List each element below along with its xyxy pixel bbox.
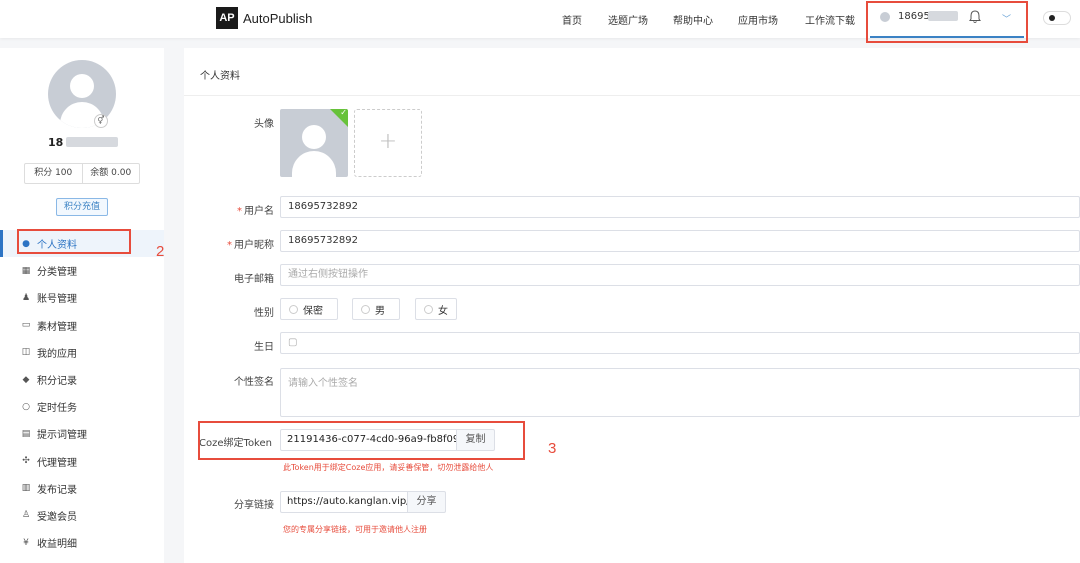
required-mark: * (227, 240, 232, 251)
doc-icon: ▤ (21, 428, 31, 439)
nav-topics[interactable]: 选题广场 (608, 12, 648, 27)
brand-name: AutoPublish (243, 10, 313, 26)
sidebar-item-label: 定时任务 (37, 403, 77, 415)
gender-option-female[interactable]: 女 (415, 298, 457, 320)
share-button[interactable]: 分享 (408, 491, 446, 513)
points-label: 积分 100 (34, 168, 73, 178)
nav-home[interactable]: 首页 (562, 12, 582, 27)
sidebar-item-invited-members[interactable]: ♙ 受邀会员 (0, 502, 164, 529)
theme-toggle[interactable] (1043, 11, 1071, 25)
sidebar-username: 18 (48, 136, 64, 149)
gender-label: 性别 (254, 308, 274, 319)
gender-option-label: 保密 (303, 305, 323, 317)
sidebar-item-label: 发布记录 (37, 484, 77, 496)
sidebar-item-label: 代理管理 (37, 457, 77, 469)
divider (184, 95, 1080, 96)
upload-avatar-button[interactable]: + (354, 109, 422, 177)
sidebar-item-label: 积分记录 (37, 376, 77, 388)
bag-icon: ◫ (21, 347, 31, 358)
gender-option-male[interactable]: 男 (352, 298, 400, 320)
radio-icon (289, 304, 298, 314)
email-label: 电子邮箱 (234, 274, 274, 285)
sidebar-item-earnings[interactable]: ¥ 收益明细 (0, 529, 164, 556)
sidebar-item-label: 受邀会员 (37, 511, 77, 523)
toggle-knob-icon (1049, 15, 1055, 21)
signature-label: 个性签名 (234, 377, 274, 388)
gender-option-label: 男 (375, 305, 385, 317)
nav-workflow-download[interactable]: 工作流下载 (805, 12, 855, 27)
avatar-label: 头像 (254, 119, 274, 130)
avatar-body-shape (292, 151, 336, 177)
annotation-box-3 (198, 421, 525, 460)
nickname-label: * 用户昵称 (184, 236, 274, 251)
annotation-label-3: 3 (548, 440, 557, 457)
username-redaction (66, 137, 118, 147)
avatar-preview[interactable]: ✓ (280, 109, 348, 177)
sidebar-item-my-apps[interactable]: ◫ 我的应用 (0, 339, 164, 366)
gender-icon: ⚥ (94, 114, 108, 128)
annotation-box-2 (17, 229, 131, 254)
signature-field[interactable]: 请输入个性签名 (280, 368, 1080, 417)
sidebar-item-points-records[interactable]: ◆ 积分记录 (0, 366, 164, 393)
balance-label: 余额 0.00 (81, 164, 140, 183)
avatar-head-shape (70, 74, 94, 98)
sidebar-item-materials[interactable]: ▭ 素材管理 (0, 312, 164, 339)
sidebar-item-label: 素材管理 (37, 321, 77, 333)
yen-icon: ¥ (23, 537, 29, 548)
radio-icon (424, 304, 433, 314)
sidebar-item-scheduled-tasks[interactable]: ○ 定时任务 (0, 393, 164, 420)
nav-help[interactable]: 帮助中心 (673, 12, 713, 27)
gender-option-label: 女 (438, 305, 448, 317)
share-label: 分享链接 (234, 500, 274, 511)
tag-icon: ◆ (22, 374, 30, 385)
logo-mark: AP (216, 7, 238, 29)
annotation-label-2: 2 (156, 243, 165, 260)
username-label-text: 用户名 (244, 206, 274, 217)
calendar-icon: ▢ (288, 337, 298, 348)
recharge-button[interactable]: 积分充值 (56, 198, 108, 216)
required-mark: * (237, 206, 242, 217)
username-label: * 用户名 (184, 202, 274, 217)
nickname-label-text: 用户昵称 (234, 240, 274, 251)
member-icon: ♙ (21, 510, 31, 521)
sidebar-item-label: 分类管理 (37, 267, 77, 279)
sidebar-item-agents[interactable]: ✣ 代理管理 (0, 448, 164, 475)
sidebar-item-label: 我的应用 (37, 348, 77, 360)
annotation-box-1 (866, 1, 1028, 43)
email-field[interactable]: 通过右侧按钮操作 (280, 264, 1080, 286)
sidebar-item-categories[interactable]: ▦ 分类管理 (0, 257, 164, 284)
sidebar-item-prompts[interactable]: ▤ 提示词管理 (0, 420, 164, 447)
sidebar-item-publish-records[interactable]: ▥ 发布记录 (0, 475, 164, 502)
sidebar-item-label: 账号管理 (37, 294, 77, 306)
share-hint: 您的专属分享链接，可用于邀请他人注册 (283, 525, 427, 534)
token-hint: 此Token用于绑定Coze应用，请妥善保管，切勿泄露给他人 (283, 463, 494, 472)
clock-icon: ○ (22, 401, 30, 412)
image-icon: ▭ (21, 320, 31, 331)
agent-icon: ✣ (22, 456, 30, 467)
sidebar: ⚥ 18 积分 100 余额 0.00 积分充值 ● 个人资料 ▦ 分类管理 ♟… (0, 48, 164, 563)
radio-icon (361, 304, 370, 314)
gender-option-secret[interactable]: 保密 (280, 298, 338, 320)
grid-icon: ▦ (21, 265, 31, 276)
share-link-field[interactable]: https://auto.kanglan.vip/#/us (280, 491, 408, 513)
nav-app-market[interactable]: 应用市场 (738, 12, 778, 27)
birthday-field[interactable]: ▢ (280, 332, 1080, 354)
birthday-label: 生日 (254, 342, 274, 353)
sidebar-menu: ● 个人资料 ▦ 分类管理 ♟ 账号管理 ▭ 素材管理 ◫ 我的应用 ◆ 积分记… (0, 230, 164, 556)
person-icon: ♟ (21, 292, 31, 303)
points-balance-box: 积分 100 余额 0.00 (24, 163, 140, 184)
sidebar-item-label: 提示词管理 (37, 430, 87, 442)
profile-panel: 个人资料 头像 ✓ + * 用户名 18695732892 * 用户昵称 18695… (184, 48, 1080, 563)
sidebar-item-label: 收益明细 (37, 539, 77, 551)
page-title: 个人资料 (200, 71, 240, 82)
check-icon: ✓ (340, 109, 347, 117)
sidebar-item-accounts[interactable]: ♟ 账号管理 (0, 284, 164, 311)
list-icon: ▥ (21, 483, 31, 494)
logo[interactable]: AP AutoPublish (216, 7, 312, 29)
nickname-field[interactable]: 18695732892 (280, 230, 1080, 252)
active-indicator (0, 230, 3, 258)
avatar-head-shape (302, 125, 326, 149)
username-field[interactable]: 18695732892 (280, 196, 1080, 218)
